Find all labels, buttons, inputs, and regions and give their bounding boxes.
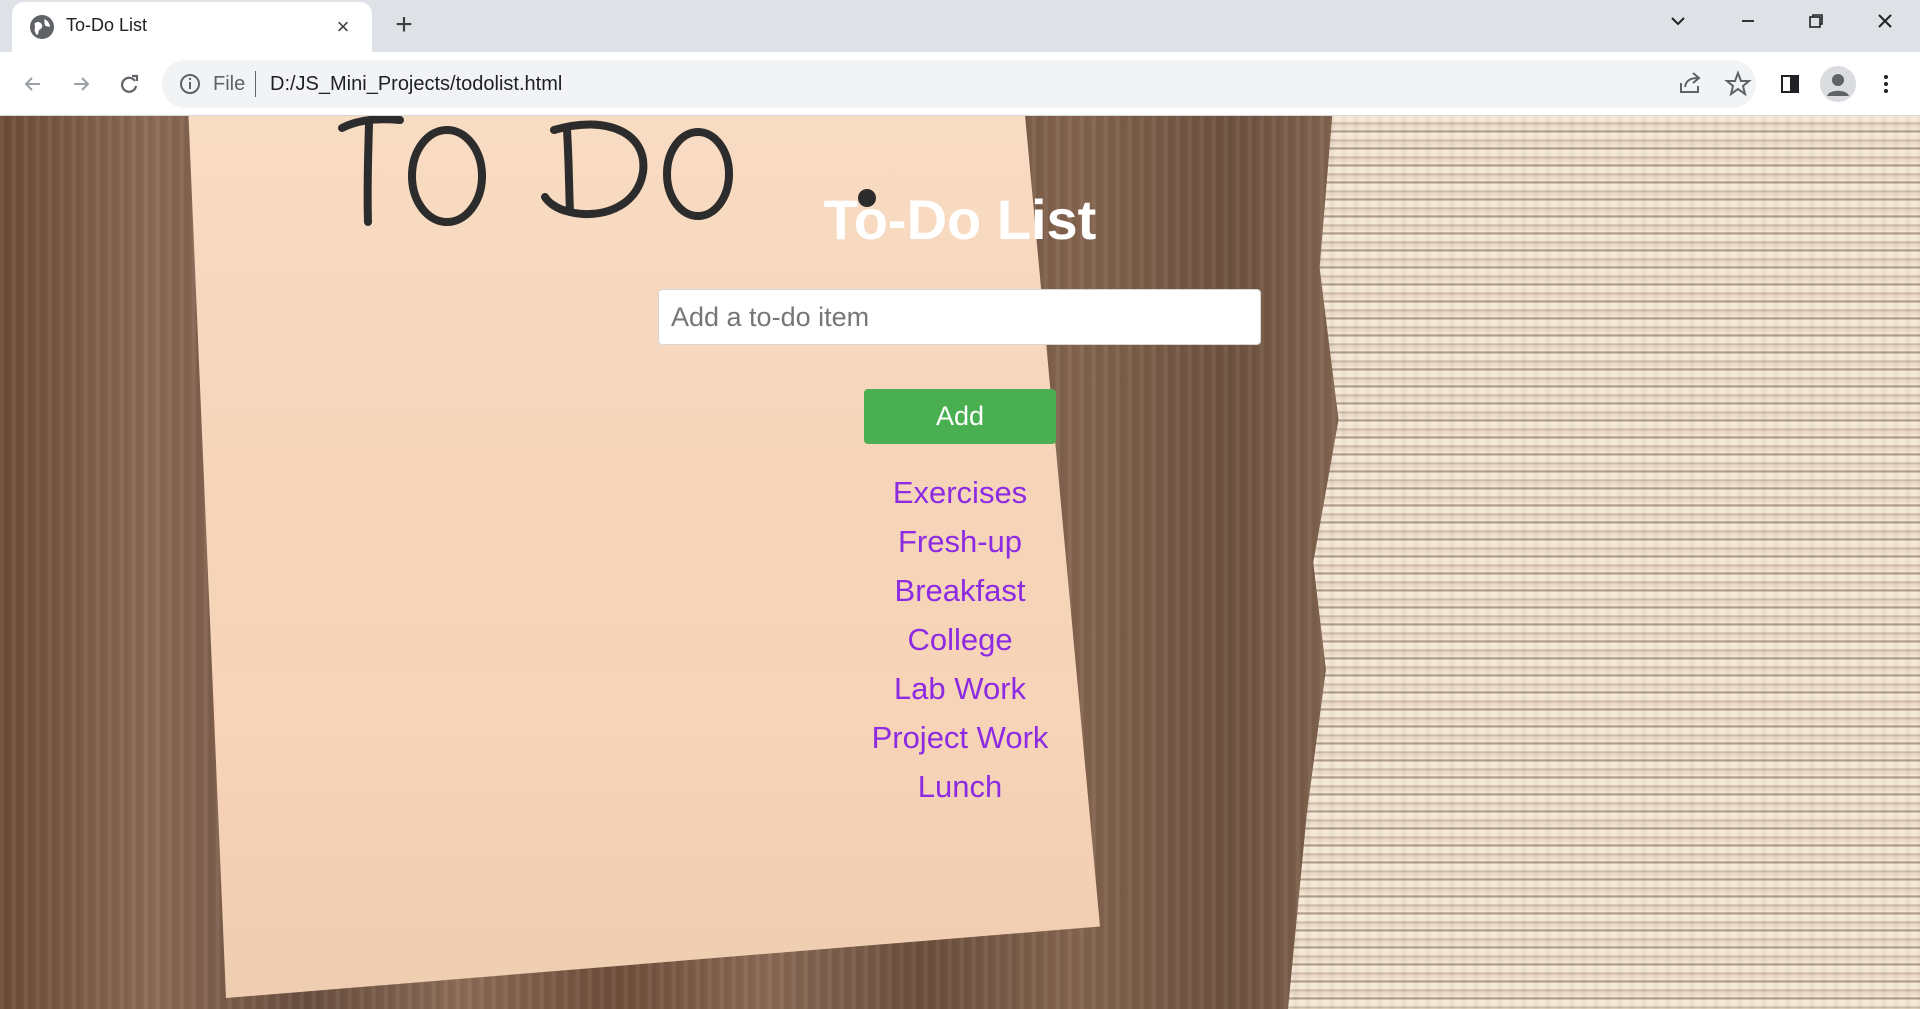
list-item[interactable]: Breakfast <box>760 566 1160 615</box>
browser-tab-strip: To-Do List × + <box>0 0 1920 52</box>
globe-icon <box>30 15 54 39</box>
list-item[interactable]: Fresh-up <box>760 517 1160 566</box>
minimize-icon[interactable] <box>1720 0 1776 42</box>
restore-icon[interactable] <box>1788 0 1844 42</box>
address-bar[interactable]: File D:/JS_Mini_Projects/todolist.html <box>162 60 1756 108</box>
todo-input[interactable] <box>658 289 1261 345</box>
address-divider <box>255 71 256 97</box>
add-button[interactable]: Add <box>864 389 1056 444</box>
list-item[interactable]: Exercises <box>760 468 1160 517</box>
star-icon[interactable] <box>1722 68 1754 100</box>
todo-app: To-Do List Add Exercises Fresh-up Breakf… <box>0 116 1920 1009</box>
address-url[interactable]: D:/JS_Mini_Projects/todolist.html <box>270 73 562 96</box>
share-icon[interactable] <box>1674 68 1706 100</box>
side-panel-icon[interactable] <box>1770 64 1810 104</box>
address-scheme-label: File <box>213 73 246 95</box>
profile-icon[interactable] <box>1820 66 1856 102</box>
reload-icon[interactable] <box>109 64 149 104</box>
arrow-left-icon[interactable] <box>13 64 53 104</box>
plus-icon[interactable]: + <box>385 9 423 43</box>
close-icon[interactable] <box>1857 0 1913 42</box>
info-icon[interactable] <box>178 72 202 96</box>
browser-tab[interactable]: To-Do List × <box>12 2 372 52</box>
list-item[interactable]: Project Work <box>760 713 1160 762</box>
close-icon[interactable]: × <box>328 12 358 42</box>
page-viewport: To-Do List Add Exercises Fresh-up Breakf… <box>0 116 1920 1009</box>
tab-title: To-Do List <box>66 15 148 35</box>
list-item[interactable]: College <box>760 615 1160 664</box>
arrow-right-icon[interactable] <box>61 64 101 104</box>
list-item[interactable]: Lab Work <box>760 664 1160 713</box>
list-item[interactable]: Lunch <box>760 762 1160 811</box>
todo-list: Exercises Fresh-up Breakfast College Lab… <box>760 468 1160 811</box>
chevron-down-icon[interactable] <box>1650 0 1706 42</box>
browser-toolbar: File D:/JS_Mini_Projects/todolist.html <box>0 52 1920 116</box>
page-title: To-Do List <box>823 188 1097 251</box>
more-vertical-icon[interactable] <box>1866 64 1906 104</box>
